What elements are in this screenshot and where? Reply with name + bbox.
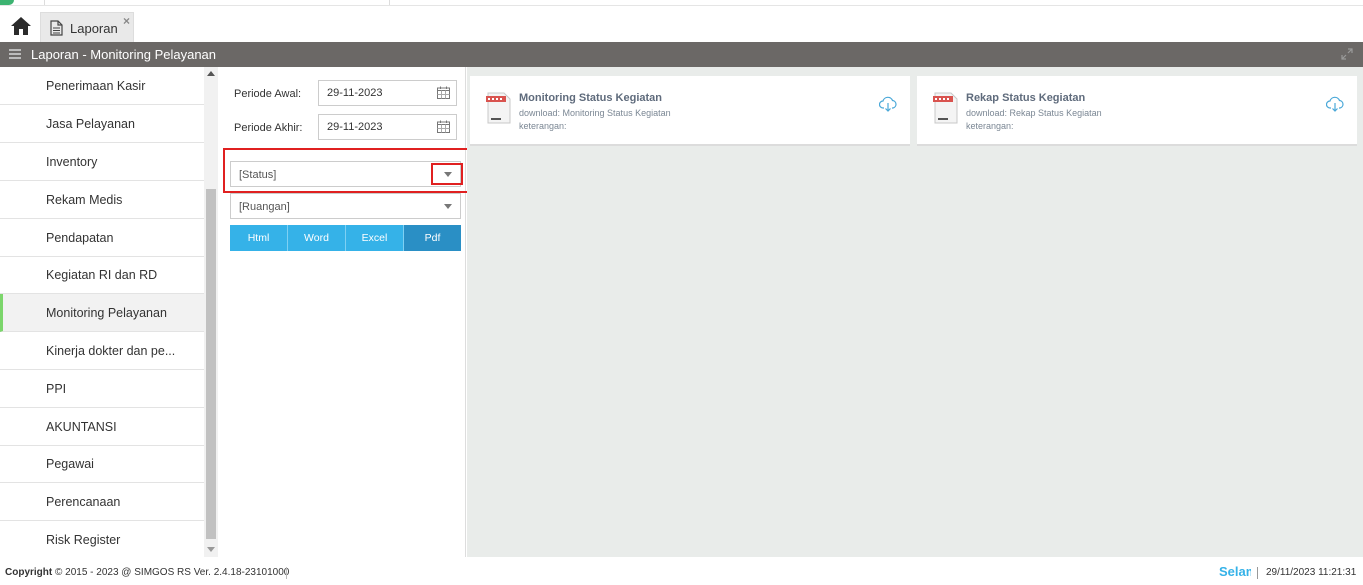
- page-title: Laporan - Monitoring Pelayanan: [31, 47, 217, 62]
- copyright-detail: 2015 - 2023 @ SIMGOS RS Ver. 2.4.18-2310…: [62, 567, 290, 578]
- ruangan-select[interactable]: [Ruangan]: [230, 193, 461, 219]
- document-icon: [50, 20, 63, 36]
- clock-datetime: 29/11/2023 11:21:31: [1266, 567, 1357, 578]
- cloud-download-icon[interactable]: [1326, 96, 1344, 112]
- report-title[interactable]: Monitoring Status Kegiatan: [519, 92, 662, 104]
- ruangan-select-value: [Ruangan]: [239, 201, 290, 213]
- periode-akhir-value: 29-11-2023: [327, 121, 383, 133]
- html-button[interactable]: Html: [230, 225, 288, 251]
- sidebar-item-label: Perencanaan: [46, 495, 121, 509]
- sidebar-item-akuntansi[interactable]: AKUNTANSI: [0, 408, 204, 446]
- copyright-label: Copyright: [5, 567, 53, 578]
- sidebar-item-inventory[interactable]: Inventory: [0, 143, 204, 181]
- title-bar: Laporan - Monitoring Pelayanan: [0, 42, 1363, 67]
- sidebar-item-pegawai[interactable]: Pegawai: [0, 445, 204, 483]
- report-card[interactable]: Rekap Status Kegiatan download: Rekap St…: [917, 76, 1357, 146]
- app-logo-fragment: [0, 0, 14, 5]
- sidebar-item-rekam-medis[interactable]: Rekam Medis: [0, 181, 204, 219]
- cloud-download-icon[interactable]: [879, 96, 897, 112]
- word-button[interactable]: Word: [288, 225, 346, 251]
- calendar-icon[interactable]: [437, 120, 450, 133]
- sidebar-item-kegiatan-ri-rd[interactable]: Kegiatan RI dan RD: [0, 256, 204, 294]
- tab-label: Laporan: [70, 21, 118, 36]
- sidebar-item-label: Jasa Pelayanan: [46, 117, 135, 131]
- report-card[interactable]: Monitoring Status Kegiatan download: Mon…: [470, 76, 910, 146]
- sidebar-item-penerimaan-kasir[interactable]: Penerimaan Kasir: [0, 67, 204, 105]
- chevron-down-icon[interactable]: [444, 204, 452, 209]
- expand-icon[interactable]: [1341, 48, 1353, 60]
- pdf-button[interactable]: Pdf: [404, 225, 461, 251]
- sidebar-item-jasa-pelayanan[interactable]: Jasa Pelayanan: [0, 105, 204, 143]
- sidebar-item-pendapatan[interactable]: Pendapatan: [0, 219, 204, 257]
- report-sidebar: Penerimaan Kasir Jasa Pelayanan Inventor…: [0, 67, 204, 557]
- scroll-down-arrow-icon[interactable]: [207, 547, 215, 552]
- sidebar-item-label: Penerimaan Kasir: [46, 79, 146, 93]
- browser-strip: [0, 0, 1363, 6]
- sidebar-item-label: Monitoring Pelayanan: [46, 306, 167, 320]
- hamburger-menu-icon[interactable]: [9, 49, 21, 59]
- highlight-box-caret: [431, 163, 463, 185]
- report-keterangan: keterangan:: [519, 121, 567, 131]
- address-area: [44, 0, 390, 5]
- report-title[interactable]: Rekap Status Kegiatan: [966, 92, 1085, 104]
- divider: [286, 567, 287, 579]
- report-file-icon: [486, 92, 511, 124]
- calendar-icon[interactable]: [437, 86, 450, 99]
- tab-laporan[interactable]: Laporan ×: [40, 12, 134, 42]
- copyright-text: Copyright © 2015 - 2023 @ SIMGOS RS Ver.…: [5, 567, 289, 578]
- periode-akhir-label: Periode Akhir:: [234, 122, 303, 134]
- report-list: Monitoring Status Kegiatan download: Mon…: [467, 67, 1363, 557]
- tab-bar: Laporan ×: [0, 7, 1363, 42]
- status-footer: Copyright © 2015 - 2023 @ SIMGOS RS Ver.…: [0, 557, 1363, 585]
- sidebar-item-risk-register[interactable]: Risk Register: [0, 521, 204, 557]
- periode-awal-label: Periode Awal:: [234, 88, 302, 100]
- report-file-icon: [933, 92, 958, 124]
- divider: [1257, 567, 1258, 579]
- sidebar-item-monitoring-pelayanan[interactable]: Monitoring Pelayanan: [0, 294, 204, 332]
- sidebar-item-label: Inventory: [46, 155, 98, 169]
- sidebar-item-label: Pendapatan: [46, 231, 114, 245]
- sidebar-item-perencanaan[interactable]: Perencanaan: [0, 483, 204, 521]
- export-button-group: Html Word Excel Pdf: [230, 225, 461, 251]
- periode-akhir-input[interactable]: 29-11-2023: [318, 114, 457, 140]
- sidebar-item-label: Pegawai: [46, 457, 94, 471]
- report-download-text: download: Monitoring Status Kegiatan: [519, 108, 671, 118]
- home-icon[interactable]: [10, 16, 32, 36]
- excel-button[interactable]: Excel: [346, 225, 404, 251]
- sidebar-item-label: AKUNTANSI: [46, 420, 117, 434]
- sidebar-scrollbar[interactable]: [204, 67, 218, 557]
- scroll-thumb[interactable]: [206, 189, 216, 539]
- scroll-up-arrow-icon[interactable]: [207, 71, 215, 76]
- close-icon[interactable]: ×: [123, 14, 130, 28]
- app-window: Laporan × Laporan - Monitoring Pelayanan…: [0, 0, 1363, 585]
- periode-awal-value: 29-11-2023: [327, 87, 383, 99]
- report-download-text: download: Rekap Status Kegiatan: [966, 108, 1102, 118]
- sidebar-item-label: Rekam Medis: [46, 193, 123, 207]
- report-keterangan: keterangan:: [966, 121, 1014, 131]
- sidebar-item-label: Kinerja dokter dan pe...: [46, 344, 176, 358]
- welcome-marquee: Selamat: [1219, 564, 1251, 579]
- sidebar-item-label: Kegiatan RI dan RD: [46, 268, 158, 282]
- sidebar-item-label: PPI: [46, 382, 67, 396]
- periode-awal-input[interactable]: 29-11-2023: [318, 80, 457, 106]
- sidebar-item-kinerja-dokter[interactable]: Kinerja dokter dan pe...: [0, 332, 204, 370]
- filter-panel: Periode Awal: 29-11-2023 Periode Akhir: …: [220, 67, 474, 557]
- sidebar-item-label: Risk Register: [46, 533, 121, 547]
- sidebar-item-ppi[interactable]: PPI: [0, 370, 204, 408]
